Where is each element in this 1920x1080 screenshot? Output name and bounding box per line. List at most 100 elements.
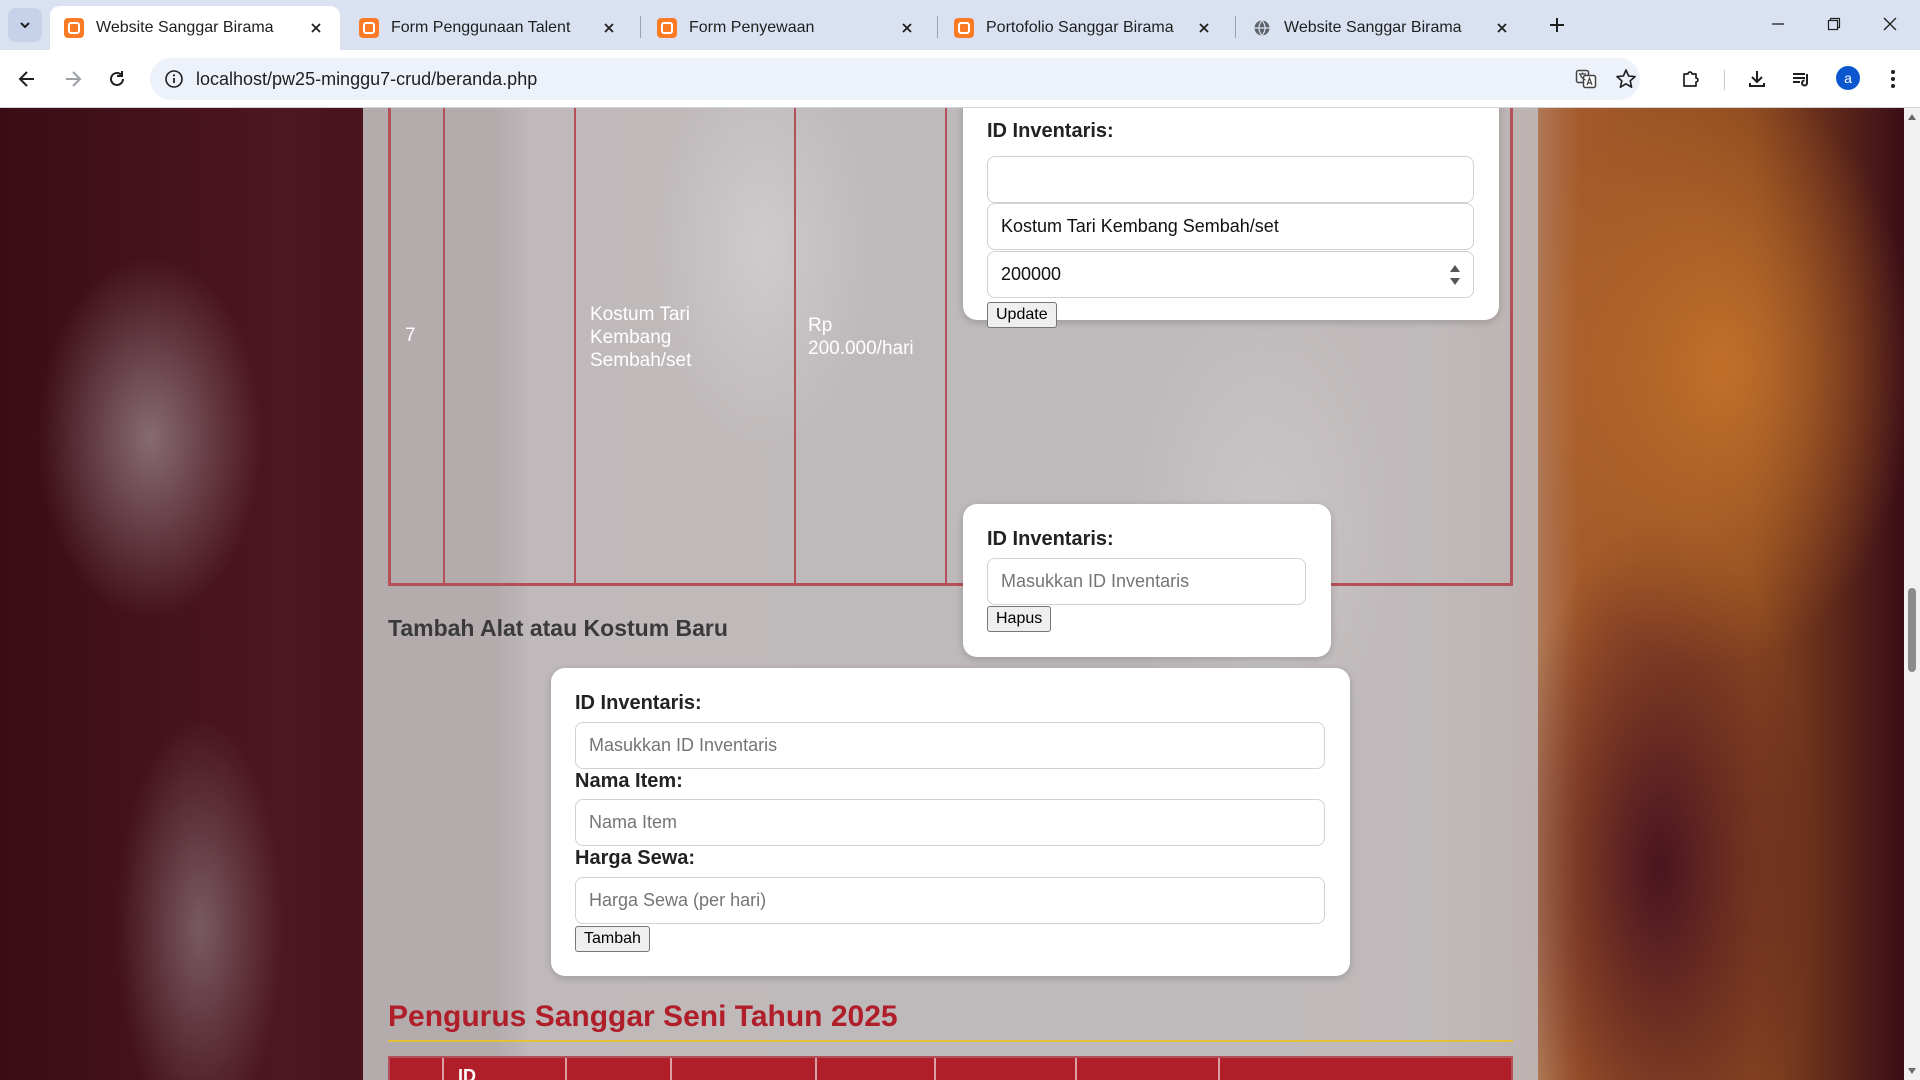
extensions-button[interactable] <box>1674 62 1708 96</box>
site-info-icon[interactable] <box>160 65 188 93</box>
add-price-label: Harga Sewa: <box>575 847 696 869</box>
delete-button[interactable]: Hapus <box>987 606 1052 632</box>
update-button[interactable]: Update <box>987 302 1057 328</box>
reload-icon <box>110 71 124 86</box>
download-icon <box>1749 71 1765 87</box>
kebab-menu-icon <box>1891 70 1895 88</box>
add-price-input[interactable]: Harga Sewa (per hari) <box>575 877 1325 924</box>
column-divider <box>794 108 796 583</box>
pengurus-heading: Pengurus Sanggar Seni Tahun 2025 <box>388 1000 898 1033</box>
add-name-input[interactable]: Nama Item <box>575 799 1325 846</box>
restore-button[interactable] <box>1806 0 1862 48</box>
tab-strip: Website Sanggar Birama Form Penggunaan T… <box>0 0 1920 50</box>
heading-underline <box>388 1040 1513 1042</box>
tab-website-sanggar-birama[interactable]: Website Sanggar Birama <box>50 6 340 50</box>
update-id-input[interactable] <box>987 156 1474 203</box>
forward-arrow-icon <box>66 71 82 87</box>
column-divider <box>565 1058 567 1080</box>
update-id-label: ID Inventaris: <box>987 120 1114 142</box>
column-divider <box>934 1058 936 1080</box>
row-item-name: Kostum Tari Kembang Sembah/set <box>590 304 692 371</box>
pengurus-table-header: ID <box>388 1056 1513 1080</box>
back-arrow-icon <box>18 71 34 87</box>
close-icon[interactable] <box>1492 18 1512 38</box>
downloads-button[interactable] <box>1740 62 1774 96</box>
bookmark-star-icon[interactable] <box>1612 65 1640 93</box>
scroll-down-icon[interactable] <box>1907 1066 1917 1076</box>
column-divider <box>945 108 947 583</box>
delete-id-input[interactable]: Masukkan ID Inventaris <box>987 558 1306 605</box>
toolbar-divider <box>1724 70 1725 90</box>
tab-title: Form Penggunaan Talent <box>391 19 571 36</box>
close-icon <box>1883 17 1897 31</box>
close-window-button[interactable] <box>1862 0 1918 48</box>
update-form-card: ID Inventaris: Kostum Tari Kembang Semba… <box>963 108 1499 328</box>
close-icon[interactable] <box>1194 18 1214 38</box>
row-number: 7 <box>405 325 416 346</box>
url-text: localhost/pw25-minggu7-crud/beranda.php <box>196 69 538 89</box>
scrollbar-thumb[interactable] <box>1908 588 1916 672</box>
tab-form-penggunaan-talent[interactable]: Form Penggunaan Talent <box>345 6 633 50</box>
tab-separator <box>1235 16 1236 38</box>
update-name-input[interactable]: Kostum Tari Kembang Sembah/set <box>987 203 1474 250</box>
content-container: 7 Kostum Tari Kembang Sembah/set Rp 200.… <box>363 108 1538 1080</box>
scroll-up-icon[interactable] <box>1907 112 1917 122</box>
globe-icon <box>1252 18 1272 38</box>
xampp-icon <box>657 18 677 38</box>
add-id-input[interactable]: Masukkan ID Inventaris <box>575 722 1325 769</box>
browser-toolbar: localhost/pw25-minggu7-crud/beranda.php … <box>0 50 1920 108</box>
column-divider <box>574 108 576 583</box>
row-price: Rp 200.000/hari <box>808 315 914 359</box>
table-header-id: ID <box>458 1066 476 1080</box>
media-controls-button[interactable] <box>1784 62 1818 96</box>
chevron-down-icon <box>20 22 30 29</box>
address-bar[interactable]: localhost/pw25-minggu7-crud/beranda.php <box>150 58 1640 100</box>
inventory-table: 7 Kostum Tari Kembang Sembah/set Rp 200.… <box>388 108 1513 657</box>
column-divider <box>670 1058 672 1080</box>
add-id-label: ID Inventaris: <box>575 692 702 714</box>
plus-icon <box>1550 18 1564 32</box>
column-divider <box>443 108 445 583</box>
xampp-icon <box>954 18 974 38</box>
column-divider <box>442 1058 444 1080</box>
tab-title: Portofolio Sanggar Birama <box>986 19 1174 36</box>
tab-title: Form Penyewaan <box>689 19 815 36</box>
tab-separator <box>640 16 641 38</box>
close-icon[interactable] <box>306 18 326 38</box>
profile-avatar[interactable]: a <box>1836 66 1860 90</box>
restore-icon <box>1827 17 1841 31</box>
tab-title: Website Sanggar Birama <box>1284 19 1462 36</box>
tab-search-button[interactable] <box>8 8 42 42</box>
xampp-icon <box>64 18 84 38</box>
tab-separator <box>937 16 938 38</box>
close-icon[interactable] <box>599 18 619 38</box>
tab-portofolio-sanggar-birama[interactable]: Portofolio Sanggar Birama <box>940 6 1228 50</box>
update-price-value: 200000 <box>1001 264 1062 284</box>
back-button[interactable] <box>10 62 44 96</box>
delete-id-label: ID Inventaris: <box>987 528 1114 550</box>
translate-icon[interactable] <box>1572 65 1600 93</box>
add-section-heading: Tambah Alat atau Kostum Baru <box>388 615 728 641</box>
page-viewport: 7 Kostum Tari Kembang Sembah/set Rp 200.… <box>0 108 1904 1080</box>
close-icon[interactable] <box>897 18 917 38</box>
tab-title: Website Sanggar Birama <box>96 19 274 36</box>
browser-menu-button[interactable] <box>1876 62 1910 96</box>
add-button[interactable]: Tambah <box>575 926 650 952</box>
number-spinner-icon[interactable] <box>1449 264 1461 286</box>
update-price-input[interactable]: 200000 <box>987 251 1474 298</box>
xampp-icon <box>359 18 379 38</box>
page-scrollbar[interactable] <box>1904 108 1920 1080</box>
puzzle-icon <box>1683 71 1699 87</box>
add-form-card: ID Inventaris: Masukkan ID Inventaris Na… <box>551 668 1350 976</box>
forward-button[interactable] <box>56 62 90 96</box>
minimize-button[interactable] <box>1750 0 1806 48</box>
column-divider <box>1218 1058 1220 1080</box>
reload-button[interactable] <box>100 62 134 96</box>
delete-form-card: ID Inventaris: Masukkan ID Inventaris Ha… <box>963 504 1331 657</box>
tab-form-penyewaan[interactable]: Form Penyewaan <box>643 6 931 50</box>
column-divider <box>815 1058 817 1080</box>
media-queue-icon <box>1793 73 1808 87</box>
column-divider <box>1075 1058 1077 1080</box>
tab-website-sanggar-birama-2[interactable]: Website Sanggar Birama <box>1238 6 1526 50</box>
new-tab-button[interactable] <box>1542 10 1572 40</box>
